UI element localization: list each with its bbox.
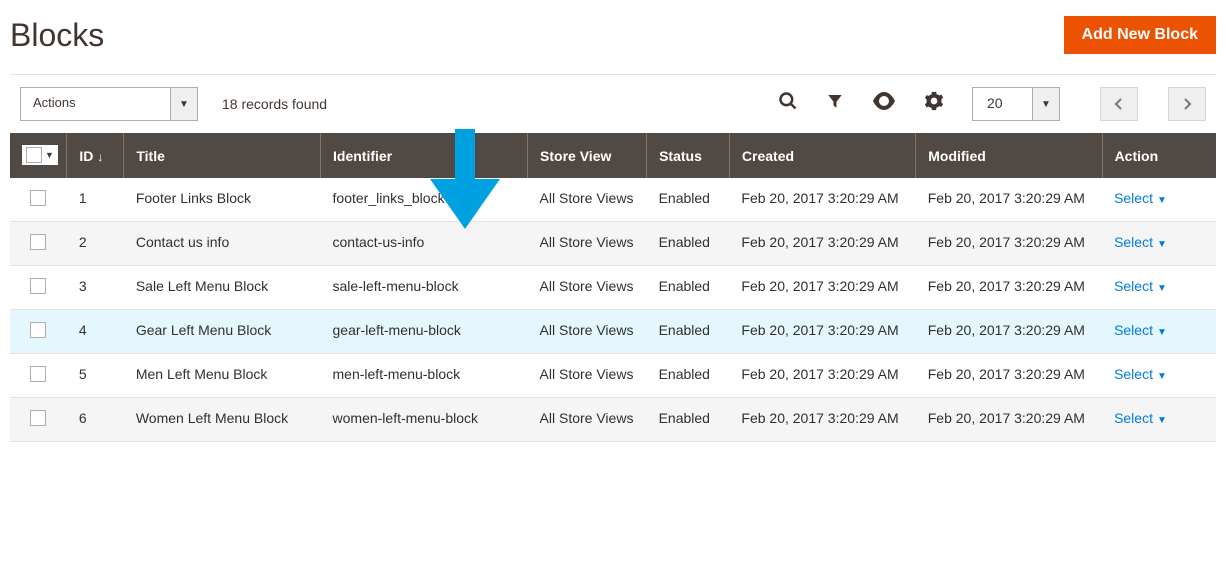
cell-id: 2 xyxy=(67,222,124,266)
cell-title: Gear Left Menu Block xyxy=(124,310,321,354)
row-checkbox[interactable] xyxy=(30,190,46,206)
cell-created: Feb 20, 2017 3:20:29 AM xyxy=(729,222,915,266)
gear-icon[interactable] xyxy=(924,91,944,117)
cell-modified: Feb 20, 2017 3:20:29 AM xyxy=(916,398,1102,442)
select-action-label: Select xyxy=(1114,190,1153,206)
column-header-label: ID xyxy=(79,148,93,164)
cell-store-view: All Store Views xyxy=(528,354,647,398)
sort-down-icon: ↓ xyxy=(97,150,103,164)
select-action-link[interactable]: Select ▼ xyxy=(1114,234,1167,250)
cell-title: Men Left Menu Block xyxy=(124,354,321,398)
chevron-down-icon[interactable]: ▼ xyxy=(45,150,54,160)
column-header-action[interactable]: Action xyxy=(1102,133,1216,178)
add-new-block-button[interactable]: Add New Block xyxy=(1064,16,1216,54)
actions-dropdown[interactable]: Actions ▼ xyxy=(20,87,198,121)
per-page-select[interactable]: 20 ▼ xyxy=(972,87,1060,121)
table-row[interactable]: 4Gear Left Menu Blockgear-left-menu-bloc… xyxy=(10,310,1216,354)
cell-store-view: All Store Views xyxy=(528,178,647,222)
cell-status: Enabled xyxy=(647,354,730,398)
chevron-down-icon[interactable]: ▼ xyxy=(1032,87,1060,121)
table-row[interactable]: 6Women Left Menu Blockwomen-left-menu-bl… xyxy=(10,398,1216,442)
cell-store-view: All Store Views xyxy=(528,310,647,354)
row-checkbox[interactable] xyxy=(30,322,46,338)
cell-created: Feb 20, 2017 3:20:29 AM xyxy=(729,178,915,222)
column-header-created[interactable]: Created xyxy=(729,133,915,178)
row-checkbox[interactable] xyxy=(30,366,46,382)
column-header-store-view[interactable]: Store View xyxy=(528,133,647,178)
cell-created: Feb 20, 2017 3:20:29 AM xyxy=(729,398,915,442)
chevron-down-icon: ▼ xyxy=(1157,371,1167,382)
row-checkbox[interactable] xyxy=(30,278,46,294)
table-row[interactable]: 5Men Left Menu Blockmen-left-menu-blockA… xyxy=(10,354,1216,398)
cell-identifier: women-left-menu-block xyxy=(321,398,528,442)
chevron-down-icon: ▼ xyxy=(1157,239,1167,250)
select-action-label: Select xyxy=(1114,410,1153,426)
cell-title: Footer Links Block xyxy=(124,178,321,222)
cell-status: Enabled xyxy=(647,178,730,222)
cell-identifier: sale-left-menu-block xyxy=(321,266,528,310)
next-page-button[interactable] xyxy=(1168,87,1206,121)
cell-id: 3 xyxy=(67,266,124,310)
filter-icon[interactable] xyxy=(826,92,844,116)
row-checkbox[interactable] xyxy=(30,234,46,250)
page-title: Blocks xyxy=(10,17,104,54)
select-action-label: Select xyxy=(1114,278,1153,294)
select-action-link[interactable]: Select ▼ xyxy=(1114,190,1167,206)
select-action-label: Select xyxy=(1114,366,1153,382)
cell-title: Sale Left Menu Block xyxy=(124,266,321,310)
cell-modified: Feb 20, 2017 3:20:29 AM xyxy=(916,310,1102,354)
chevron-down-icon[interactable]: ▼ xyxy=(170,87,198,121)
table-row[interactable]: 2Contact us infocontact-us-infoAll Store… xyxy=(10,222,1216,266)
column-header-modified[interactable]: Modified xyxy=(916,133,1102,178)
cell-title: Women Left Menu Block xyxy=(124,398,321,442)
select-action-label: Select xyxy=(1114,322,1153,338)
select-action-link[interactable]: Select ▼ xyxy=(1114,410,1167,426)
chevron-down-icon: ▼ xyxy=(1157,283,1167,294)
cell-id: 4 xyxy=(67,310,124,354)
cell-modified: Feb 20, 2017 3:20:29 AM xyxy=(916,178,1102,222)
column-header-id[interactable]: ID ↓ xyxy=(67,133,124,178)
chevron-down-icon: ▼ xyxy=(1157,195,1167,206)
cell-status: Enabled xyxy=(647,310,730,354)
search-icon[interactable] xyxy=(778,91,798,117)
cell-id: 5 xyxy=(67,354,124,398)
per-page-value: 20 xyxy=(972,87,1032,121)
table-row[interactable]: 1Footer Links Blockfooter_links_blockAll… xyxy=(10,178,1216,222)
column-header-title[interactable]: Title xyxy=(124,133,321,178)
select-action-link[interactable]: Select ▼ xyxy=(1114,278,1167,294)
cell-status: Enabled xyxy=(647,398,730,442)
cell-created: Feb 20, 2017 3:20:29 AM xyxy=(729,354,915,398)
prev-page-button[interactable] xyxy=(1100,87,1138,121)
select-action-label: Select xyxy=(1114,234,1153,250)
cell-modified: Feb 20, 2017 3:20:29 AM xyxy=(916,354,1102,398)
cell-status: Enabled xyxy=(647,222,730,266)
cell-store-view: All Store Views xyxy=(528,266,647,310)
chevron-down-icon: ▼ xyxy=(1157,415,1167,426)
cell-created: Feb 20, 2017 3:20:29 AM xyxy=(729,310,915,354)
cell-identifier: men-left-menu-block xyxy=(321,354,528,398)
chevron-down-icon: ▼ xyxy=(1157,327,1167,338)
cell-id: 6 xyxy=(67,398,124,442)
cell-modified: Feb 20, 2017 3:20:29 AM xyxy=(916,266,1102,310)
row-checkbox[interactable] xyxy=(30,410,46,426)
cell-modified: Feb 20, 2017 3:20:29 AM xyxy=(916,222,1102,266)
cell-title: Contact us info xyxy=(124,222,321,266)
cell-identifier: gear-left-menu-block xyxy=(321,310,528,354)
column-header-checkbox[interactable]: ▼ xyxy=(10,133,67,178)
select-action-link[interactable]: Select ▼ xyxy=(1114,322,1167,338)
select-all-checkbox[interactable] xyxy=(26,147,42,163)
table-row[interactable]: 3Sale Left Menu Blocksale-left-menu-bloc… xyxy=(10,266,1216,310)
cell-id: 1 xyxy=(67,178,124,222)
annotation-arrow-icon xyxy=(430,129,500,232)
cell-store-view: All Store Views xyxy=(528,398,647,442)
select-action-link[interactable]: Select ▼ xyxy=(1114,366,1167,382)
blocks-table: ▼ ID↓ Title Identifier Store View Status… xyxy=(10,133,1216,442)
actions-dropdown-label: Actions xyxy=(20,87,170,121)
cell-status: Enabled xyxy=(647,266,730,310)
cell-created: Feb 20, 2017 3:20:29 AM xyxy=(729,266,915,310)
eye-icon[interactable] xyxy=(872,92,896,116)
column-header-status[interactable]: Status xyxy=(647,133,730,178)
records-found-text: 18 records found xyxy=(222,96,327,112)
cell-store-view: All Store Views xyxy=(528,222,647,266)
